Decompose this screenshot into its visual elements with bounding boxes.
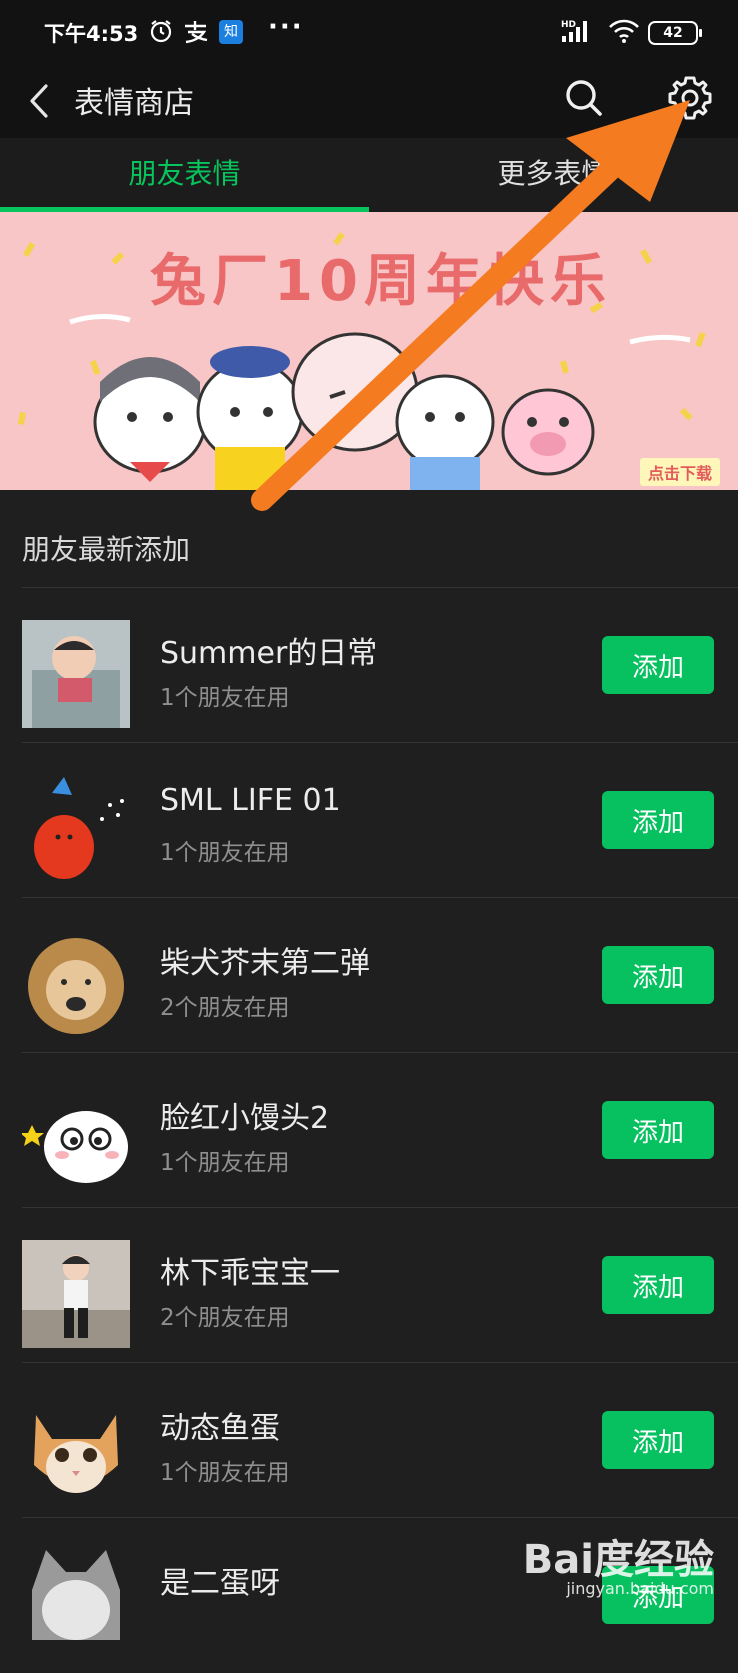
sticker-thumbnail <box>22 1550 130 1658</box>
tab-label: 朋友表情 <box>128 157 241 190</box>
add-button[interactable]: 添加 <box>602 636 714 694</box>
add-button[interactable]: 添加 <box>602 1411 714 1469</box>
add-button[interactable]: 添加 <box>602 946 714 1004</box>
sticker-list-item[interactable]: 动态鱼蛋 1个朋友在用 添加 <box>0 1363 738 1518</box>
sticker-name: Summer的日常 <box>160 636 378 671</box>
sticker-thumbnail <box>22 620 130 728</box>
header-bar: 表情商店 <box>0 64 738 138</box>
promo-banner[interactable]: 兔厂10周年快乐 点击下载 <box>0 212 738 490</box>
sticker-name: 林下乖宝宝一 <box>160 1256 340 1291</box>
sticker-name: SML LIFE 01 <box>160 783 341 818</box>
battery-icon: 42 <box>648 21 702 45</box>
sticker-list-item[interactable]: 脸红小馒头2 1个朋友在用 添加 <box>0 1053 738 1208</box>
zhihu-icon: 知 <box>219 20 243 44</box>
banner-download-button[interactable]: 点击下载 <box>639 458 720 486</box>
more-notifications-icon: ··· <box>268 12 304 42</box>
add-button[interactable]: 添加 <box>602 1101 714 1159</box>
alarm-clock-icon <box>150 20 172 43</box>
sticker-thumbnail <box>22 1240 130 1348</box>
sticker-usage: 1个朋友在用 <box>160 840 290 866</box>
section-title: 朋友最新添加 <box>22 533 191 566</box>
settings-gear-icon[interactable] <box>664 72 716 124</box>
back-arrow-icon[interactable] <box>22 78 62 124</box>
tab-bar: 朋友表情 更多表情 <box>0 138 738 212</box>
sticker-thumbnail <box>22 1395 130 1503</box>
tab-friends-stickers[interactable]: 朋友表情 <box>0 138 369 212</box>
sticker-usage: 1个朋友在用 <box>160 1150 290 1176</box>
sticker-name: 是二蛋呀 <box>160 1566 280 1601</box>
status-bar: 下午4:53 知 ··· HD 42 <box>0 0 738 64</box>
sticker-thumbnail <box>22 775 130 883</box>
sticker-usage: 2个朋友在用 <box>160 995 290 1021</box>
sticker-list-item[interactable]: SML LIFE 01 1个朋友在用 添加 <box>0 743 738 898</box>
sticker-name: 动态鱼蛋 <box>160 1411 280 1446</box>
search-icon[interactable] <box>560 74 608 122</box>
cellular-signal-icon: HD <box>561 20 587 42</box>
alipay-icon <box>185 21 208 44</box>
watermark-brand: Bai度经验 <box>522 1537 714 1583</box>
sticker-list-item[interactable]: Summer的日常 1个朋友在用 添加 <box>0 588 738 743</box>
add-button[interactable]: 添加 <box>602 791 714 849</box>
sticker-thumbnail <box>22 930 130 1038</box>
status-time: 下午4:53 <box>44 22 139 46</box>
sticker-thumbnail <box>22 1085 130 1193</box>
sticker-usage: 1个朋友在用 <box>160 685 290 711</box>
sticker-list-item[interactable]: 林下乖宝宝一 2个朋友在用 添加 <box>0 1208 738 1363</box>
sticker-usage: 2个朋友在用 <box>160 1305 290 1331</box>
svg-text:HD: HD <box>561 20 576 30</box>
sticker-name: 脸红小馒头2 <box>160 1101 330 1136</box>
wifi-icon <box>609 19 639 43</box>
banner-headline: 兔厂10周年快乐 <box>150 249 612 314</box>
baidu-jingyan-watermark: Bai度经验 jingyan.baidu.com <box>523 1527 714 1598</box>
sticker-list-item[interactable]: 柴犬芥末第二弹 2个朋友在用 添加 <box>0 898 738 1053</box>
add-button[interactable]: 添加 <box>602 1256 714 1314</box>
tab-label: 更多表情 <box>497 157 610 190</box>
sticker-usage: 1个朋友在用 <box>160 1460 290 1486</box>
sticker-name: 柴犬芥末第二弹 <box>160 946 370 981</box>
page-title: 表情商店 <box>74 86 194 121</box>
tab-more-stickers[interactable]: 更多表情 <box>369 138 738 212</box>
